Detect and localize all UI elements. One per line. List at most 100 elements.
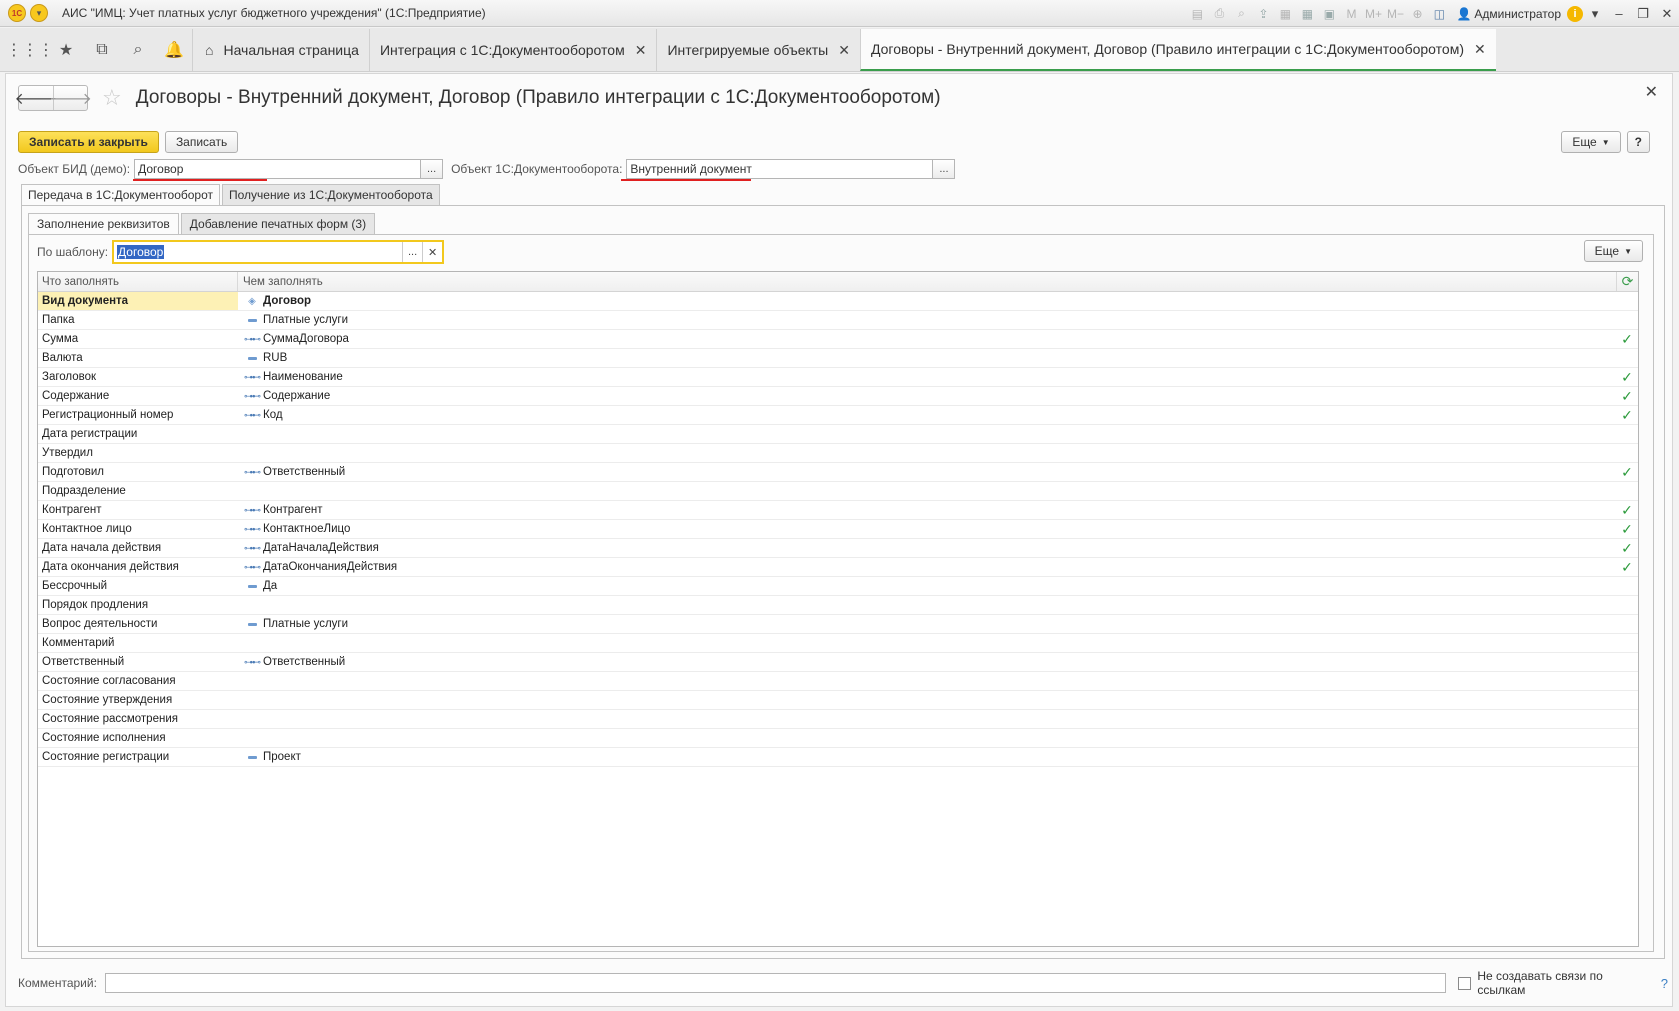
tab-integration[interactable]: Интеграция с 1С:Документооборотом ✕ (368, 29, 657, 71)
row-with-value: Платные услуги (263, 314, 349, 326)
search-icon[interactable]: ⌕ (120, 28, 156, 72)
row-what-cell: Заголовок (42, 371, 97, 383)
panel-icon[interactable]: ◫ (1428, 0, 1450, 27)
save-icon[interactable]: ▤ (1186, 0, 1208, 27)
tab-receive-from-do[interactable]: Получение из 1С:Документооборота (222, 184, 440, 206)
table-row[interactable]: Контактное лицо ⊶⊷ КонтактноеЛицо ✓ (38, 520, 1638, 539)
object-bid-label: Объект БИД (демо): (18, 162, 131, 176)
table-row[interactable]: Комментарий (38, 634, 1638, 653)
table-row[interactable]: Дата начала действия ⊶⊷ ДатаНачалаДействия… (38, 539, 1638, 558)
table-row[interactable]: Состояние регистрации Проект (38, 748, 1638, 767)
info-icon[interactable]: i (1567, 5, 1583, 22)
object-do-select-button[interactable]: ... (933, 159, 956, 179)
object-bid-field[interactable]: Договор (133, 159, 422, 181)
no-links-checkbox[interactable] (1458, 976, 1472, 990)
check-icon: ✓ (1621, 539, 1633, 556)
user-menu[interactable]: 👤 Администратор (1456, 7, 1561, 21)
table-row[interactable]: Папка Платные услуги (38, 311, 1638, 330)
calculator-icon[interactable]: ▦ (1296, 0, 1318, 27)
tab-add-print-forms[interactable]: Добавление печатных форм (3) (180, 213, 376, 235)
m-plus-icon[interactable]: M+ (1362, 0, 1384, 27)
value-dash-icon (243, 357, 261, 360)
table-row[interactable]: Утвердил (38, 444, 1638, 463)
help-question-icon[interactable]: ? (1661, 976, 1668, 991)
table-row[interactable]: Валюта RUB (38, 349, 1638, 368)
table-row[interactable]: Дата окончания действия ⊶⊷ ДатаОкончанияДе… (38, 558, 1638, 577)
table-row[interactable]: Регистрационный номер ⊶⊷ Код ✓ (38, 406, 1638, 425)
tab-close-icon[interactable]: ✕ (635, 42, 647, 59)
history-icon[interactable]: ⧉ (84, 28, 120, 72)
table-row[interactable]: Ответственный ⊶⊷ Ответственный (38, 653, 1638, 672)
template-field[interactable]: Договор ... ✕ (112, 240, 445, 264)
object-do-field[interactable]: Внутренний документ (621, 159, 934, 181)
calendar-icon[interactable]: ▣ (1318, 0, 1340, 27)
minimize-icon[interactable]: – (1607, 6, 1631, 21)
attribute-link-icon: ⊶⊷ (244, 656, 261, 667)
row-check-cell (1616, 577, 1638, 595)
bell-icon[interactable]: 🔔 (156, 28, 192, 72)
favorites-star-icon[interactable]: ★ (48, 28, 84, 72)
table-row[interactable]: Содержание ⊶⊷ Содержание ✓ (38, 387, 1638, 406)
table-row[interactable]: Вид документа ◈ Договор (38, 292, 1638, 311)
table-row[interactable]: Контрагент ⊶⊷ Контрагент ✓ (38, 501, 1638, 520)
save-button[interactable]: Записать (164, 131, 239, 153)
table-row[interactable]: Сумма ⊶⊷ СуммаДоговора ✓ (38, 330, 1638, 349)
object-bid-select-button[interactable]: ... (421, 159, 444, 179)
table-row[interactable]: Подготовил ⊶⊷ Ответственный ✓ (38, 463, 1638, 482)
save-close-button[interactable]: Записать и закрыть (18, 131, 159, 153)
row-with-value: ДатаОкончанияДействия (263, 561, 398, 573)
form-close-icon[interactable]: ✕ (1645, 82, 1658, 102)
table-row[interactable]: Дата регистрации (38, 425, 1638, 444)
refresh-icon[interactable]: ⟳ (1616, 272, 1638, 291)
tab-home[interactable]: ⌂ Начальная страница (192, 29, 369, 71)
template-clear-icon[interactable]: ✕ (422, 242, 442, 262)
tab-close-icon[interactable]: ✕ (1474, 41, 1486, 58)
m-minus-icon[interactable]: M− (1384, 0, 1406, 27)
red-underline (133, 179, 268, 181)
back-arrow-icon[interactable]: 🡐 (15, 86, 58, 110)
more-button[interactable]: Еще ▼ (1561, 131, 1621, 153)
table-row[interactable]: Состояние согласования (38, 672, 1638, 691)
table-row[interactable]: Бессрочный Да (38, 577, 1638, 596)
comment-input[interactable] (104, 973, 1447, 993)
table-row[interactable]: Состояние исполнения (38, 729, 1638, 748)
table-row[interactable]: Вопрос деятельности Платные услуги (38, 615, 1638, 634)
forward-arrow-icon[interactable]: 🡒 (49, 86, 92, 110)
form-title: Договоры - Внутренний документ, Договор … (135, 87, 941, 108)
row-with-cell: ◈ Договор (238, 292, 1616, 310)
tab-fill-attributes[interactable]: Заполнение реквизитов (28, 213, 179, 235)
table-row[interactable]: Заголовок ⊶⊷ Наименование ✓ (38, 368, 1638, 387)
scan-icon[interactable]: ▦ (1274, 0, 1296, 27)
tab-integrated-objects[interactable]: Интегрируемые объекты ✕ (656, 29, 860, 71)
zoom-icon[interactable]: ⊕ (1406, 0, 1428, 27)
apps-grid-icon[interactable]: ⋮⋮⋮ (6, 28, 54, 72)
restore-icon[interactable]: ❐ (1631, 6, 1655, 22)
col-with-header[interactable]: Чем заполнять (238, 272, 1616, 291)
print-icon[interactable]: ⎙ (1208, 0, 1230, 27)
table-row[interactable]: Подразделение (38, 482, 1638, 501)
tab-contracts-rule[interactable]: Договоры - Внутренний документ, Договор … (859, 29, 1496, 71)
row-what-cell: Состояние утверждения (42, 694, 173, 706)
tab-close-icon[interactable]: ✕ (838, 42, 850, 59)
chevron-down-icon[interactable]: ▾ (1583, 6, 1607, 22)
row-check-cell (1616, 596, 1638, 614)
row-with-value: Код (263, 409, 283, 421)
preview-icon[interactable]: ⌕ (1230, 0, 1252, 27)
main-menu-icon[interactable]: ▾ (30, 4, 48, 22)
row-with-value: Ответственный (263, 466, 346, 478)
table-row[interactable]: Состояние рассмотрения (38, 710, 1638, 729)
upload-icon[interactable]: ⇪ (1252, 0, 1274, 27)
favorite-star-icon[interactable]: ☆ (102, 85, 122, 111)
help-button[interactable]: ? (1626, 131, 1650, 153)
m-icon[interactable]: M (1340, 0, 1362, 27)
grid-more-button[interactable]: Еще ▼ (1583, 240, 1643, 262)
template-select-button[interactable]: ... (402, 242, 422, 262)
1c-logo-icon[interactable]: 1С (8, 4, 26, 22)
col-what-header[interactable]: Что заполнять (38, 272, 238, 291)
row-with-cell: Платные услуги (238, 311, 1616, 329)
more-label: Еще (1594, 244, 1620, 258)
tab-send-to-do[interactable]: Передача в 1С:Документооборот (21, 184, 221, 206)
table-row[interactable]: Порядок продления (38, 596, 1638, 615)
window-close-icon[interactable]: ✕ (1655, 6, 1679, 22)
table-row[interactable]: Состояние утверждения (38, 691, 1638, 710)
